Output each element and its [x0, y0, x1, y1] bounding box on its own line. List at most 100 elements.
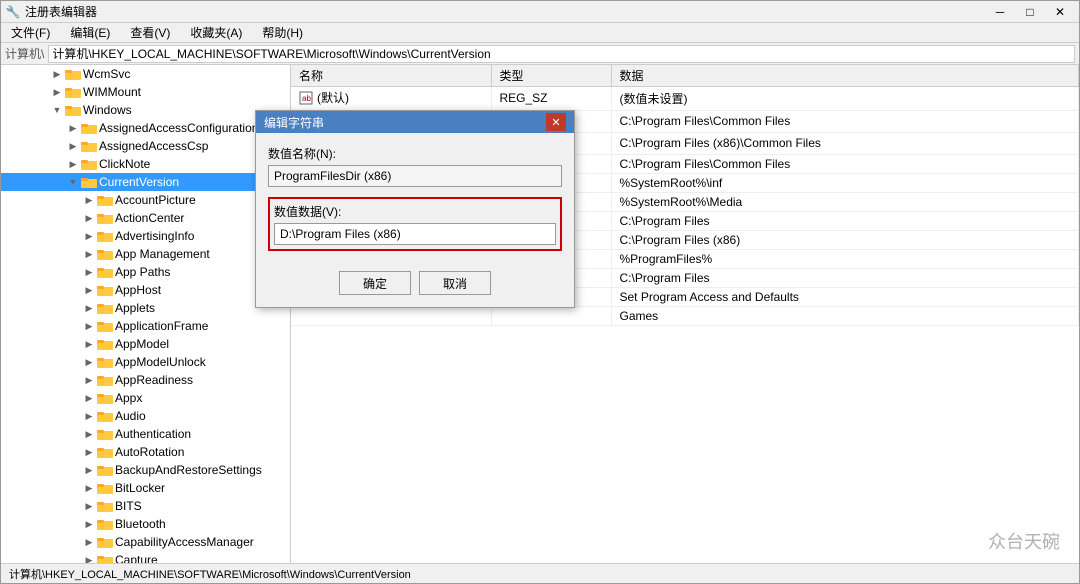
tree-item-actioncenter[interactable]: ▶ ActionCenter: [1, 209, 290, 227]
dialog-body: 数值名称(N): 数值数据(V):: [256, 133, 574, 263]
expander-backupandrestore: ▶: [81, 462, 97, 478]
tree-label-appmanagement: App Management: [115, 247, 210, 261]
row-data: C:\Program Files\Common Files: [611, 154, 1079, 173]
address-label: 计算机\: [5, 45, 44, 62]
expander-autorotation: ▶: [81, 444, 97, 460]
tree-item-clicknote-win[interactable]: ▶ ClickNote: [1, 155, 290, 173]
tree-label-appreadiness: AppReadiness: [115, 373, 193, 387]
registry-value-icon: ab: [299, 91, 313, 105]
minimize-button[interactable]: ─: [985, 1, 1015, 23]
tree-item-wimmount[interactable]: ▶ WIMMount: [1, 83, 290, 101]
tree-item-audio[interactable]: ▶ Audio: [1, 407, 290, 425]
tree-item-windows[interactable]: ▼ Windows: [1, 101, 290, 119]
tree-item-apphost[interactable]: ▶ AppHost: [1, 281, 290, 299]
tree-label-apphost: AppHost: [115, 283, 161, 297]
tree-item-backupandrestore[interactable]: ▶ BackupAndRestoreSettings: [1, 461, 290, 479]
tree-item-appreadiness[interactable]: ▶ AppReadiness: [1, 371, 290, 389]
ok-button[interactable]: 确定: [339, 271, 411, 295]
address-input[interactable]: [48, 45, 1075, 63]
table-row[interactable]: ab (默认) REG_SZ (数值未设置): [291, 87, 1079, 111]
menu-favorites[interactable]: 收藏夹(A): [184, 23, 248, 42]
expander-currentversion: ▼: [65, 174, 81, 190]
app-icon: 🔧: [5, 4, 21, 20]
tree-label-assignedaccess: AssignedAccessConfiguration: [99, 121, 258, 135]
tree-label-actioncenter: ActionCenter: [115, 211, 184, 225]
tree-item-bits[interactable]: ▶ BITS: [1, 497, 290, 515]
menu-help[interactable]: 帮助(H): [256, 23, 309, 42]
expander-appmodel: ▶: [81, 336, 97, 352]
folder-icon-assignedaccess: [81, 121, 97, 135]
tree-item-assignedaccesscsp[interactable]: ▶ AssignedAccessCsp: [1, 137, 290, 155]
data-field-input[interactable]: [274, 223, 556, 245]
dialog-buttons: 确定 取消: [256, 263, 574, 307]
expander-applicationframe: ▶: [81, 318, 97, 334]
tree-item-assignedaccess[interactable]: ▶ AssignedAccessConfiguration: [1, 119, 290, 137]
title-bar: 🔧 注册表编辑器 ─ □ ✕: [1, 1, 1079, 23]
data-field-label: 数值数据(V):: [274, 203, 556, 220]
tree-item-wcmsvc[interactable]: ▶ WcmSvc: [1, 65, 290, 83]
folder-icon-applicationframe: [97, 319, 113, 333]
tree-item-advertisinginfo[interactable]: ▶ AdvertisingInfo: [1, 227, 290, 245]
tree-label-currentversion: CurrentVersion: [99, 175, 179, 189]
folder-icon-audio: [97, 409, 113, 423]
tree-item-bluetooth[interactable]: ▶ Bluetooth: [1, 515, 290, 533]
menu-edit[interactable]: 编辑(E): [64, 23, 116, 42]
status-text: 计算机\HKEY_LOCAL_MACHINE\SOFTWARE\Microsof…: [9, 566, 411, 582]
menu-view[interactable]: 查看(V): [124, 23, 176, 42]
table-row[interactable]: Games: [291, 306, 1079, 325]
edit-string-dialog: 编辑字符串 ✕ 数值名称(N): 数值数据(V): 确定 取消: [255, 110, 575, 308]
tree-label-bluetooth: Bluetooth: [115, 517, 166, 531]
folder-icon-bluetooth: [97, 517, 113, 531]
tree-label-bits: BITS: [115, 499, 142, 513]
close-button[interactable]: ✕: [1045, 1, 1075, 23]
tree-label-applets: Applets: [115, 301, 155, 315]
tree-label-backupandrestore: BackupAndRestoreSettings: [115, 463, 262, 477]
row-data: (数值未设置): [611, 87, 1079, 111]
tree-item-applicationframe[interactable]: ▶ ApplicationFrame: [1, 317, 290, 335]
tree-item-appmodelunlock[interactable]: ▶ AppModelUnlock: [1, 353, 290, 371]
maximize-button[interactable]: □: [1015, 1, 1045, 23]
tree-item-apppaths[interactable]: ▶ App Paths: [1, 263, 290, 281]
tree-item-bitlocker[interactable]: ▶ BitLocker: [1, 479, 290, 497]
status-bar: 计算机\HKEY_LOCAL_MACHINE\SOFTWARE\Microsof…: [1, 563, 1079, 583]
cancel-button[interactable]: 取消: [419, 271, 491, 295]
expander-wcmsvc: ▶: [49, 66, 65, 82]
name-field-label: 数值名称(N):: [268, 145, 562, 162]
expander-accountpicture: ▶: [81, 192, 97, 208]
menu-file[interactable]: 文件(F): [5, 23, 56, 42]
expander-actioncenter: ▶: [81, 210, 97, 226]
tree-item-appmodel[interactable]: ▶ AppModel: [1, 335, 290, 353]
folder-icon-appx: [97, 391, 113, 405]
name-field-input[interactable]: [268, 165, 562, 187]
dialog-title-bar: 编辑字符串 ✕: [256, 111, 574, 133]
tree-item-appmanagement[interactable]: ▶ App Management: [1, 245, 290, 263]
tree-item-applets[interactable]: ▶ Applets: [1, 299, 290, 317]
window-controls: ─ □ ✕: [985, 1, 1075, 23]
tree-label-capture: Capture: [115, 553, 158, 563]
folder-icon-appmodel: [97, 337, 113, 351]
tree-label-windows: Windows: [83, 103, 132, 117]
tree-item-authentication[interactable]: ▶ Authentication: [1, 425, 290, 443]
folder-icon-clicknote-win: [81, 157, 97, 171]
expander-assignedaccess: ▶: [65, 120, 81, 136]
tree-label-authentication: Authentication: [115, 427, 191, 441]
dialog-close-button[interactable]: ✕: [546, 113, 566, 131]
tree-label-capabilityaccess: CapabilityAccessManager: [115, 535, 254, 549]
tree-item-currentversion[interactable]: ▼ CurrentVersion: [1, 173, 290, 191]
tree-item-appx[interactable]: ▶ Appx: [1, 389, 290, 407]
row-data: C:\Program Files: [611, 211, 1079, 230]
tree-label-audio: Audio: [115, 409, 146, 423]
expander-bitlocker: ▶: [81, 480, 97, 496]
expander-advertisinginfo: ▶: [81, 228, 97, 244]
tree-item-autorotation[interactable]: ▶ AutoRotation: [1, 443, 290, 461]
tree-item-capabilityaccess[interactable]: ▶ CapabilityAccessManager: [1, 533, 290, 551]
row-name: [291, 306, 491, 325]
window-title: 注册表编辑器: [25, 3, 985, 20]
tree-label-assignedaccesscsp: AssignedAccessCsp: [99, 139, 208, 153]
tree-item-accountpicture[interactable]: ▶ AccountPicture: [1, 191, 290, 209]
expander-bluetooth: ▶: [81, 516, 97, 532]
tree-item-capture[interactable]: ▶ Capture: [1, 551, 290, 563]
folder-icon-appmodelunlock: [97, 355, 113, 369]
row-data: Set Program Access and Defaults: [611, 287, 1079, 306]
folder-icon-appreadiness: [97, 373, 113, 387]
